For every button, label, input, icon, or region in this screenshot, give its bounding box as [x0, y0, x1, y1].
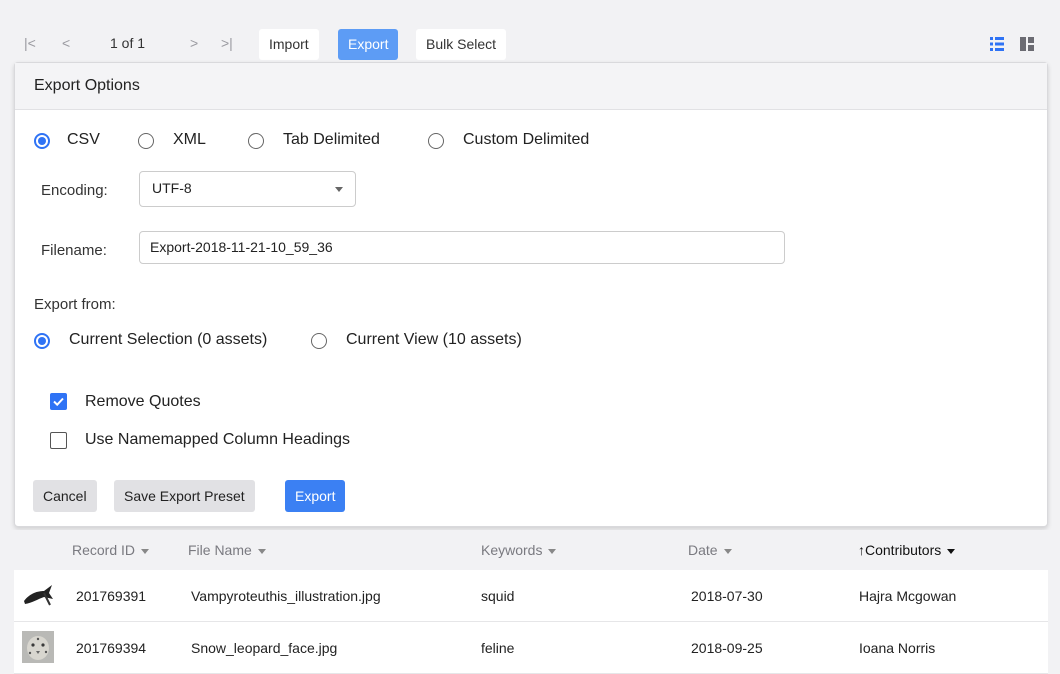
- keywords-cell: feline: [481, 640, 515, 656]
- cancel-button[interactable]: Cancel: [33, 480, 97, 512]
- table-row[interactable]: 201769391 Vampyroteuthis_illustration.jp…: [14, 570, 1048, 622]
- panel-title: Export Options: [15, 63, 1047, 110]
- format-radio-csv[interactable]: [34, 133, 50, 149]
- column-header-file-name[interactable]: File Name: [188, 542, 266, 558]
- first-page-icon[interactable]: |<: [24, 35, 36, 51]
- encoding-label: Encoding:: [41, 182, 108, 199]
- next-page-icon[interactable]: >: [190, 35, 198, 51]
- chevron-down-icon: [947, 548, 956, 554]
- column-header-record-id[interactable]: Record ID: [72, 542, 150, 558]
- prev-page-icon[interactable]: <: [62, 35, 70, 51]
- checkmark-icon: [53, 397, 64, 407]
- column-header-keywords[interactable]: Keywords: [481, 542, 557, 558]
- filename-input[interactable]: Export-2018-11-21-10_59_36: [139, 231, 785, 264]
- format-label-tab: Tab Delimited: [283, 131, 380, 148]
- format-radio-custom[interactable]: [428, 133, 444, 149]
- file-name-cell: Snow_leopard_face.jpg: [191, 640, 338, 656]
- keywords-cell: squid: [481, 588, 515, 604]
- column-header-contributors[interactable]: ↑Contributors: [858, 542, 956, 558]
- export-from-label: Export from:: [34, 296, 116, 313]
- record-id-cell: 201769391: [76, 588, 147, 604]
- remove-quotes-checkbox[interactable]: [50, 393, 67, 410]
- page-indicator: 1 of 1: [110, 35, 146, 51]
- format-radio-tab[interactable]: [248, 133, 264, 149]
- record-id-cell: 201769394: [76, 640, 147, 656]
- snow-leopard-thumbnail: [22, 631, 54, 663]
- chevron-down-icon: [257, 548, 266, 554]
- date-cell: 2018-07-30: [691, 588, 763, 604]
- namemapped-headings-checkbox[interactable]: [50, 432, 67, 449]
- last-page-icon[interactable]: >|: [221, 35, 233, 51]
- chevron-down-icon: [548, 548, 557, 554]
- format-radio-xml[interactable]: [138, 133, 154, 149]
- column-header-date[interactable]: Date: [688, 542, 732, 558]
- export-button[interactable]: Export: [285, 480, 346, 512]
- export-from-radio-selection[interactable]: [34, 333, 50, 349]
- grid-view-icon[interactable]: [1020, 37, 1034, 51]
- save-export-preset-button[interactable]: Save Export Preset: [114, 480, 255, 512]
- date-cell: 2018-09-25: [691, 640, 763, 656]
- bulk-select-button[interactable]: Bulk Select: [416, 29, 507, 60]
- top-toolbar: |< < 1 of 1 > >| Import Export Bulk Sele…: [0, 0, 1060, 62]
- export-from-radio-view[interactable]: [311, 333, 327, 349]
- export-from-label-selection: Current Selection (0 assets): [69, 331, 268, 348]
- chevron-down-icon: [141, 548, 150, 554]
- sort-ascending-arrow-icon: ↑: [858, 542, 865, 558]
- contributors-cell: Ioana Norris: [859, 640, 936, 656]
- chevron-down-icon: [335, 187, 343, 192]
- encoding-select[interactable]: UTF-8: [139, 171, 356, 207]
- import-button[interactable]: Import: [259, 29, 319, 60]
- filename-label: Filename:: [41, 242, 107, 259]
- export-options-panel: Export Options CSV XML Tab Delimited Cus…: [14, 62, 1048, 527]
- chevron-down-icon: [723, 548, 732, 554]
- squid-illustration-thumbnail: [22, 579, 54, 611]
- format-label-csv: CSV: [67, 131, 100, 148]
- export-toggle-button[interactable]: Export: [338, 29, 399, 60]
- contributors-cell: Hajra Mcgowan: [859, 588, 957, 604]
- table-header: Record ID File Name Keywords Date ↑Contr…: [0, 530, 1060, 570]
- list-view-icon[interactable]: [990, 37, 1004, 51]
- file-name-cell: Vampyroteuthis_illustration.jpg: [191, 588, 381, 604]
- table-row[interactable]: 201769394 Snow_leopard_face.jpg feline 2…: [14, 622, 1048, 674]
- export-from-label-view: Current View (10 assets): [346, 331, 522, 348]
- namemapped-headings-label: Use Namemapped Column Headings: [85, 431, 351, 448]
- encoding-value: UTF-8: [152, 180, 192, 196]
- remove-quotes-label: Remove Quotes: [85, 393, 201, 410]
- format-label-custom: Custom Delimited: [463, 131, 590, 148]
- format-label-xml: XML: [173, 131, 206, 148]
